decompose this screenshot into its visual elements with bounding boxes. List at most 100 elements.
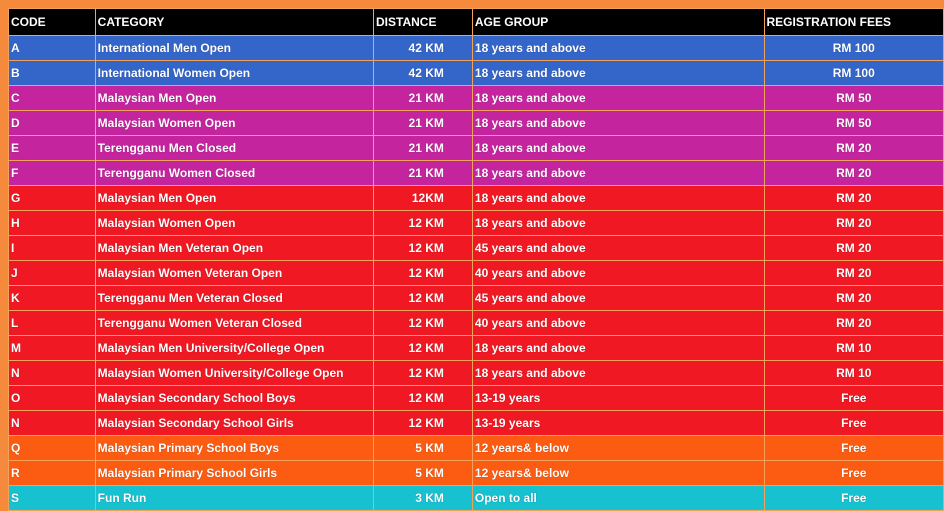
cell-distance: 3 KM bbox=[373, 485, 473, 511]
cell-age-group: 18 years and above bbox=[471, 135, 765, 161]
cell-registration-fee: Free bbox=[763, 435, 944, 461]
cell-code: S bbox=[8, 485, 96, 511]
cell-category: Malaysian Women Open bbox=[94, 110, 375, 136]
cell-registration-fee: RM 10 bbox=[763, 335, 944, 361]
table-row: L Terengganu Women Veteran Closed 12 KM 40 … bbox=[8, 310, 944, 336]
table-row: B International Women Open 42 KM 18 years a… bbox=[8, 60, 944, 86]
table-row: I Malaysian Men Veteran Open 12 KM 45 years… bbox=[8, 235, 944, 261]
cell-age-group: 18 years and above bbox=[471, 110, 765, 136]
cell-distance: 42 KM bbox=[373, 35, 473, 61]
cell-category: Terengganu Men Veteran Closed bbox=[94, 285, 375, 311]
header-category: CATEGORY bbox=[94, 8, 375, 36]
cell-category: Malaysian Men University/College Open bbox=[94, 335, 375, 361]
cell-category: Malaysian Men Open bbox=[94, 85, 375, 111]
cell-code: O bbox=[8, 385, 96, 411]
cell-code: A bbox=[8, 35, 96, 61]
cell-code: D bbox=[8, 110, 96, 136]
cell-age-group: 45 years and above bbox=[471, 285, 765, 311]
cell-registration-fee: RM 20 bbox=[763, 310, 944, 336]
header-code: CODE bbox=[8, 8, 96, 36]
cell-distance: 12 KM bbox=[373, 260, 473, 286]
cell-category: Malaysian Women University/College Open bbox=[94, 360, 375, 386]
cell-age-group: 18 years and above bbox=[471, 210, 765, 236]
cell-registration-fee: Free bbox=[763, 460, 944, 486]
table-row: Q Malaysian Primary School Boys 5 KM 12 yea… bbox=[8, 435, 944, 461]
cell-age-group: 18 years and above bbox=[471, 360, 765, 386]
table-row: K Terengganu Men Veteran Closed 12 KM 45 ye… bbox=[8, 285, 944, 311]
cell-registration-fee: RM 50 bbox=[763, 85, 944, 111]
cell-distance: 12 KM bbox=[373, 335, 473, 361]
cell-registration-fee: RM 100 bbox=[763, 35, 944, 61]
cell-distance: 21 KM bbox=[373, 110, 473, 136]
cell-category: Malaysian Women Open bbox=[94, 210, 375, 236]
cell-code: J bbox=[8, 260, 96, 286]
cell-category: Terengganu Women Closed bbox=[94, 160, 375, 186]
cell-category: Malaysian Primary School Boys bbox=[94, 435, 375, 461]
cell-registration-fee: RM 10 bbox=[763, 360, 944, 386]
cell-distance: 21 KM bbox=[373, 160, 473, 186]
cell-code: K bbox=[8, 285, 96, 311]
cell-distance: 12KM bbox=[373, 185, 473, 211]
cell-registration-fee: RM 20 bbox=[763, 135, 944, 161]
cell-category: International Women Open bbox=[94, 60, 375, 86]
cell-age-group: Open to all bbox=[471, 485, 765, 511]
cell-registration-fee: Free bbox=[763, 485, 944, 511]
cell-distance: 12 KM bbox=[373, 360, 473, 386]
cell-code: N bbox=[8, 410, 96, 436]
cell-code: L bbox=[8, 310, 96, 336]
cell-code: G bbox=[8, 185, 96, 211]
cell-code: H bbox=[8, 210, 96, 236]
cell-distance: 12 KM bbox=[373, 310, 473, 336]
table-row: O Malaysian Secondary School Boys 12 KM 13-… bbox=[8, 385, 944, 411]
cell-category: Fun Run bbox=[94, 485, 375, 511]
table-row: C Malaysian Men Open 21 KM 18 years and abo… bbox=[8, 85, 944, 111]
cell-distance: 21 KM bbox=[373, 85, 473, 111]
cell-age-group: 45 years and above bbox=[471, 235, 765, 261]
cell-registration-fee: RM 20 bbox=[763, 235, 944, 261]
cell-distance: 12 KM bbox=[373, 210, 473, 236]
cell-category: Malaysian Men Open bbox=[94, 185, 375, 211]
cell-distance: 42 KM bbox=[373, 60, 473, 86]
cell-distance: 21 KM bbox=[373, 135, 473, 161]
cell-category: Terengganu Men Closed bbox=[94, 135, 375, 161]
cell-category: Malaysian Secondary School Girls bbox=[94, 410, 375, 436]
cell-code: B bbox=[8, 60, 96, 86]
table-row: N Malaysian Secondary School Girls 12 KM 13… bbox=[8, 410, 944, 436]
cell-code: M bbox=[8, 335, 96, 361]
cell-age-group: 18 years and above bbox=[471, 60, 765, 86]
header-age-group: AGE GROUP bbox=[471, 8, 765, 36]
table-row: J Malaysian Women Veteran Open 12 KM 40 yea… bbox=[8, 260, 944, 286]
cell-registration-fee: RM 20 bbox=[763, 185, 944, 211]
table-row: S Fun Run 3 KM Open to all Free bbox=[8, 485, 944, 511]
cell-age-group: 40 years and above bbox=[471, 260, 765, 286]
cell-registration-fee: RM 100 bbox=[763, 60, 944, 86]
cell-registration-fee: RM 20 bbox=[763, 210, 944, 236]
cell-age-group: 13-19 years bbox=[471, 385, 765, 411]
header-row: CODE CATEGORY DISTANCE AGE GROUP REGISTR… bbox=[8, 8, 944, 36]
cell-distance: 12 KM bbox=[373, 410, 473, 436]
cell-age-group: 40 years and above bbox=[471, 310, 765, 336]
cell-age-group: 18 years and above bbox=[471, 335, 765, 361]
cell-age-group: 12 years& below bbox=[471, 435, 765, 461]
cell-distance: 5 KM bbox=[373, 435, 473, 461]
table-row: A International Men Open 42 KM 18 years and… bbox=[8, 35, 944, 61]
cell-category: Malaysian Men Veteran Open bbox=[94, 235, 375, 261]
cell-code: I bbox=[8, 235, 96, 261]
cell-code: F bbox=[8, 160, 96, 186]
cell-category: Malaysian Primary School Girls bbox=[94, 460, 375, 486]
table-row: F Terengganu Women Closed 21 KM 18 years an… bbox=[8, 160, 944, 186]
table-body: A International Men Open 42 KM 18 years and… bbox=[8, 35, 944, 511]
table-row: M Malaysian Men University/College Open 12… bbox=[8, 335, 944, 361]
cell-code: N bbox=[8, 360, 96, 386]
cell-registration-fee: RM 20 bbox=[763, 285, 944, 311]
cell-distance: 5 KM bbox=[373, 460, 473, 486]
table-row: R Malaysian Primary School Girls 5 KM 12 ye… bbox=[8, 460, 944, 486]
cell-age-group: 18 years and above bbox=[471, 35, 765, 61]
cell-age-group: 12 years& below bbox=[471, 460, 765, 486]
page-frame: CODE CATEGORY DISTANCE AGE GROUP REGISTR… bbox=[0, 0, 944, 511]
cell-age-group: 18 years and above bbox=[471, 185, 765, 211]
table-row: G Malaysian Men Open 12KM 18 years and abov… bbox=[8, 185, 944, 211]
table-row: N Malaysian Women University/College Open… bbox=[8, 360, 944, 386]
cell-age-group: 13-19 years bbox=[471, 410, 765, 436]
cell-registration-fee: RM 20 bbox=[763, 160, 944, 186]
